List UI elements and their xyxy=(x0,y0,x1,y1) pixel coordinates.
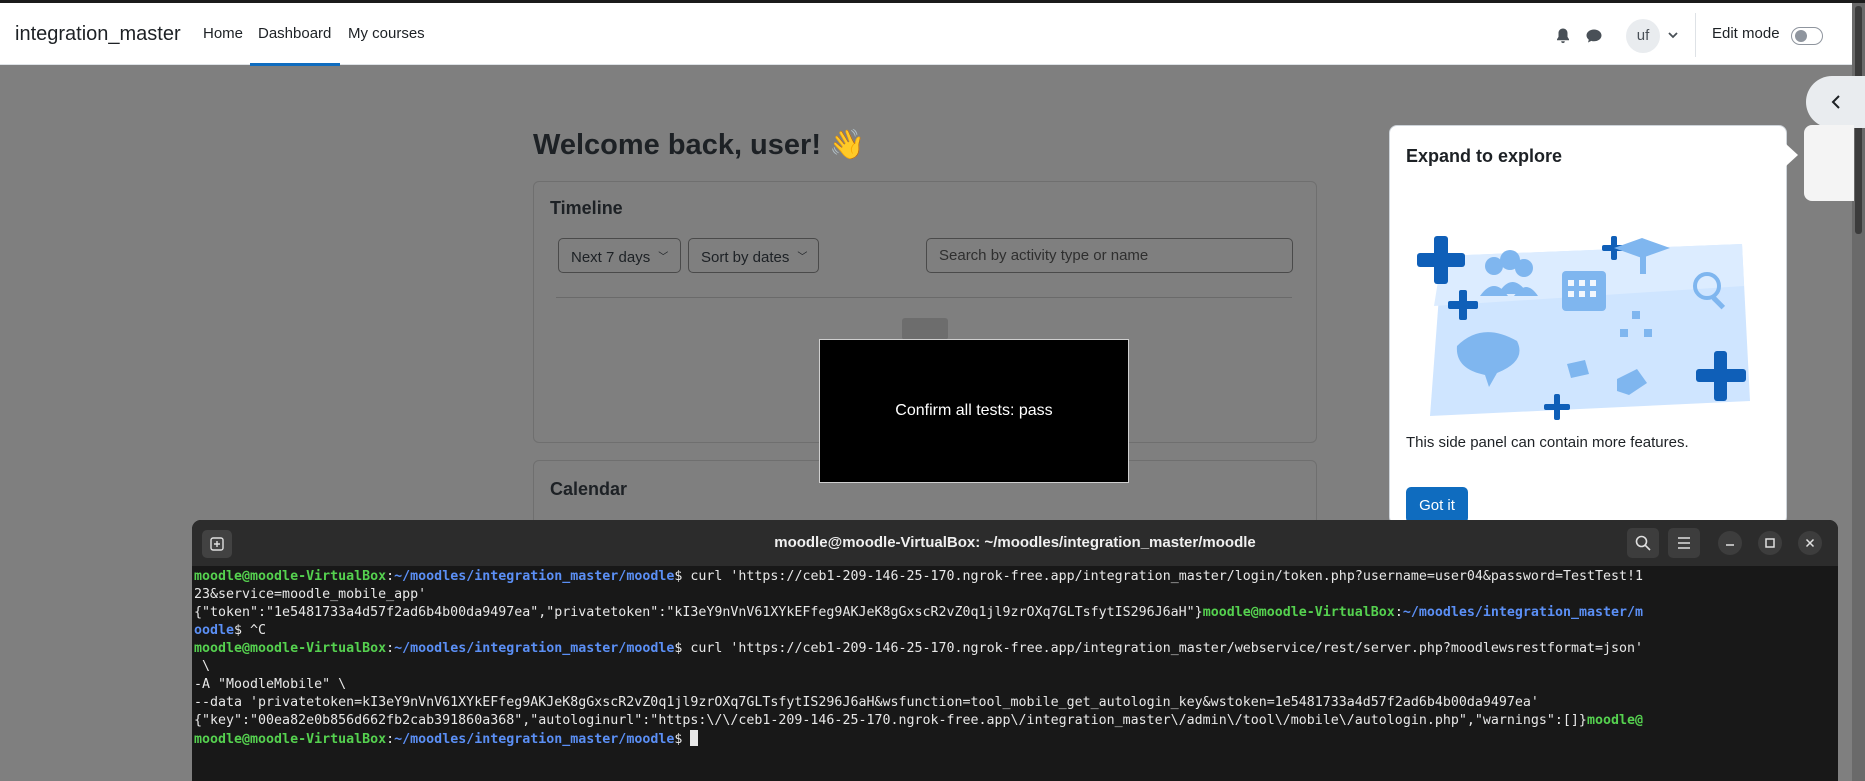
output-text: {"key":"00ea82e0b856d662fb2cab391860a368… xyxy=(194,713,1587,729)
user-avatar[interactable]: uf xyxy=(1626,19,1660,53)
terminal-line: oodle$ ^C xyxy=(194,622,1834,640)
terminal-line: {"key":"00ea82e0b856d662fb2cab391860a368… xyxy=(194,712,1834,730)
edit-mode-label: Edit mode xyxy=(1712,25,1780,42)
explore-illustration xyxy=(1417,236,1750,420)
day-filter-label: Next 7 days xyxy=(571,249,651,266)
terminal-cursor xyxy=(690,730,699,747)
site-brand[interactable]: integration_master xyxy=(15,23,181,46)
active-tab-indicator xyxy=(250,63,340,66)
popover-text: This side panel can contain more feature… xyxy=(1406,434,1689,451)
prompt-path: ~/moodles/integration_master/moodle xyxy=(394,569,675,584)
timeline-title: Timeline xyxy=(550,198,623,218)
close-button[interactable] xyxy=(1798,531,1822,555)
timeline-sort-dropdown[interactable]: Sort by dates ﹀ xyxy=(688,238,819,273)
tour-popover: Expand to explore This side panel can co xyxy=(1389,125,1787,525)
prompt-path: ~/moodles/integration_master/moodle xyxy=(394,641,675,657)
command-text: $ ^C xyxy=(234,623,267,639)
terminal-menu-button[interactable] xyxy=(1668,528,1700,558)
prompt-user: moodle@moodle-VirtualBox xyxy=(194,641,387,657)
minimize-button[interactable] xyxy=(1718,531,1742,555)
prompt-user: moodle@moodle-VirtualBox xyxy=(194,569,387,584)
drawer-toggle[interactable] xyxy=(1806,76,1865,128)
chevron-down-icon: ﹀ xyxy=(797,252,808,263)
chevron-left-icon xyxy=(1831,95,1840,109)
maximize-icon xyxy=(1765,538,1775,548)
search-icon xyxy=(1635,535,1651,551)
navbar: integration_master Home Dashboard My cou… xyxy=(0,3,1852,66)
terminal-line: \ xyxy=(194,659,211,675)
test-status-overlay: Confirm all tests: pass xyxy=(819,339,1129,483)
prompt-path: ~/moodles/integration_master/moodle xyxy=(394,732,675,748)
terminal-search-button[interactable] xyxy=(1627,528,1659,558)
popover-arrow xyxy=(1786,144,1798,166)
command-text: $ curl 'https://ceb1-209-146-25-170.ngro… xyxy=(674,641,1644,657)
got-it-button[interactable]: Got it xyxy=(1406,487,1468,523)
terminal-title: moodle@moodle-VirtualBox: ~/moodles/inte… xyxy=(774,534,1256,551)
command-text: $ curl 'https://ceb1-209-146-25-170.ngro… xyxy=(674,569,1644,584)
timeline-day-filter[interactable]: Next 7 days ﹀ xyxy=(558,238,681,273)
calendar-title: Calendar xyxy=(550,479,628,499)
nav-my-courses[interactable]: My courses xyxy=(348,25,425,42)
terminal-line: --data 'privatetoken=kI3eY9nVnV61XYkEFfe… xyxy=(194,695,1539,711)
chevron-down-icon[interactable] xyxy=(1667,29,1679,41)
terminal-line: moodle@moodle-VirtualBox:~/moodles/integ… xyxy=(194,730,1834,749)
overlay-message: Confirm all tests: pass xyxy=(895,402,1053,419)
terminal-line: moodle@moodle-VirtualBox:~/moodles/integ… xyxy=(194,641,1644,657)
prompt-user: moodle@ xyxy=(1586,713,1643,729)
prompt-user: moodle@moodle-VirtualBox xyxy=(1202,605,1395,621)
chevron-down-icon: ﹀ xyxy=(658,252,669,263)
side-panel-edge xyxy=(1804,125,1854,201)
prompt-path: oodle xyxy=(194,623,235,639)
navbar-divider xyxy=(1695,13,1696,57)
hamburger-menu-icon xyxy=(1678,537,1690,549)
page-title: Welcome back, user! 👋 xyxy=(533,129,866,161)
output-text: {"token":"1e5481733a4d57f2ad6b4b00da9497… xyxy=(194,605,1203,621)
prompt-user: moodle@moodle-VirtualBox xyxy=(194,732,387,748)
empty-state-icon xyxy=(902,318,948,340)
command-text: $ xyxy=(674,732,691,748)
bell-icon[interactable] xyxy=(1555,27,1571,45)
sort-label: Sort by dates xyxy=(701,249,790,266)
maximize-button[interactable] xyxy=(1758,531,1782,555)
terminal-line: -A "MoodleMobile" \ xyxy=(194,677,347,693)
timeline-search-input[interactable] xyxy=(926,238,1293,273)
terminal-line: 23&service=moodle_mobile_app' xyxy=(194,587,427,603)
toggle-knob xyxy=(1795,30,1807,42)
terminal-output[interactable]: moodle@moodle-VirtualBox:~/moodles/integ… xyxy=(194,568,1834,749)
terminal-window[interactable]: moodle@moodle-VirtualBox: ~/moodles/inte… xyxy=(192,520,1838,781)
edit-mode-toggle[interactable] xyxy=(1791,27,1823,45)
close-icon xyxy=(1805,538,1815,548)
terminal-titlebar[interactable]: moodle@moodle-VirtualBox: ~/moodles/inte… xyxy=(192,520,1838,566)
popover-title: Expand to explore xyxy=(1406,146,1563,166)
nav-home[interactable]: Home xyxy=(203,25,243,42)
timeline-divider xyxy=(556,297,1292,298)
chat-icon[interactable] xyxy=(1585,27,1603,45)
terminal-line: moodle@moodle-VirtualBox:~/moodles/integ… xyxy=(194,569,1644,584)
minimize-icon xyxy=(1726,544,1734,546)
nav-dashboard[interactable]: Dashboard xyxy=(258,25,331,42)
prompt-path: ~/moodles/integration_master/m xyxy=(1402,605,1644,621)
terminal-line: {"token":"1e5481733a4d57f2ad6b4b00da9497… xyxy=(194,605,1644,621)
